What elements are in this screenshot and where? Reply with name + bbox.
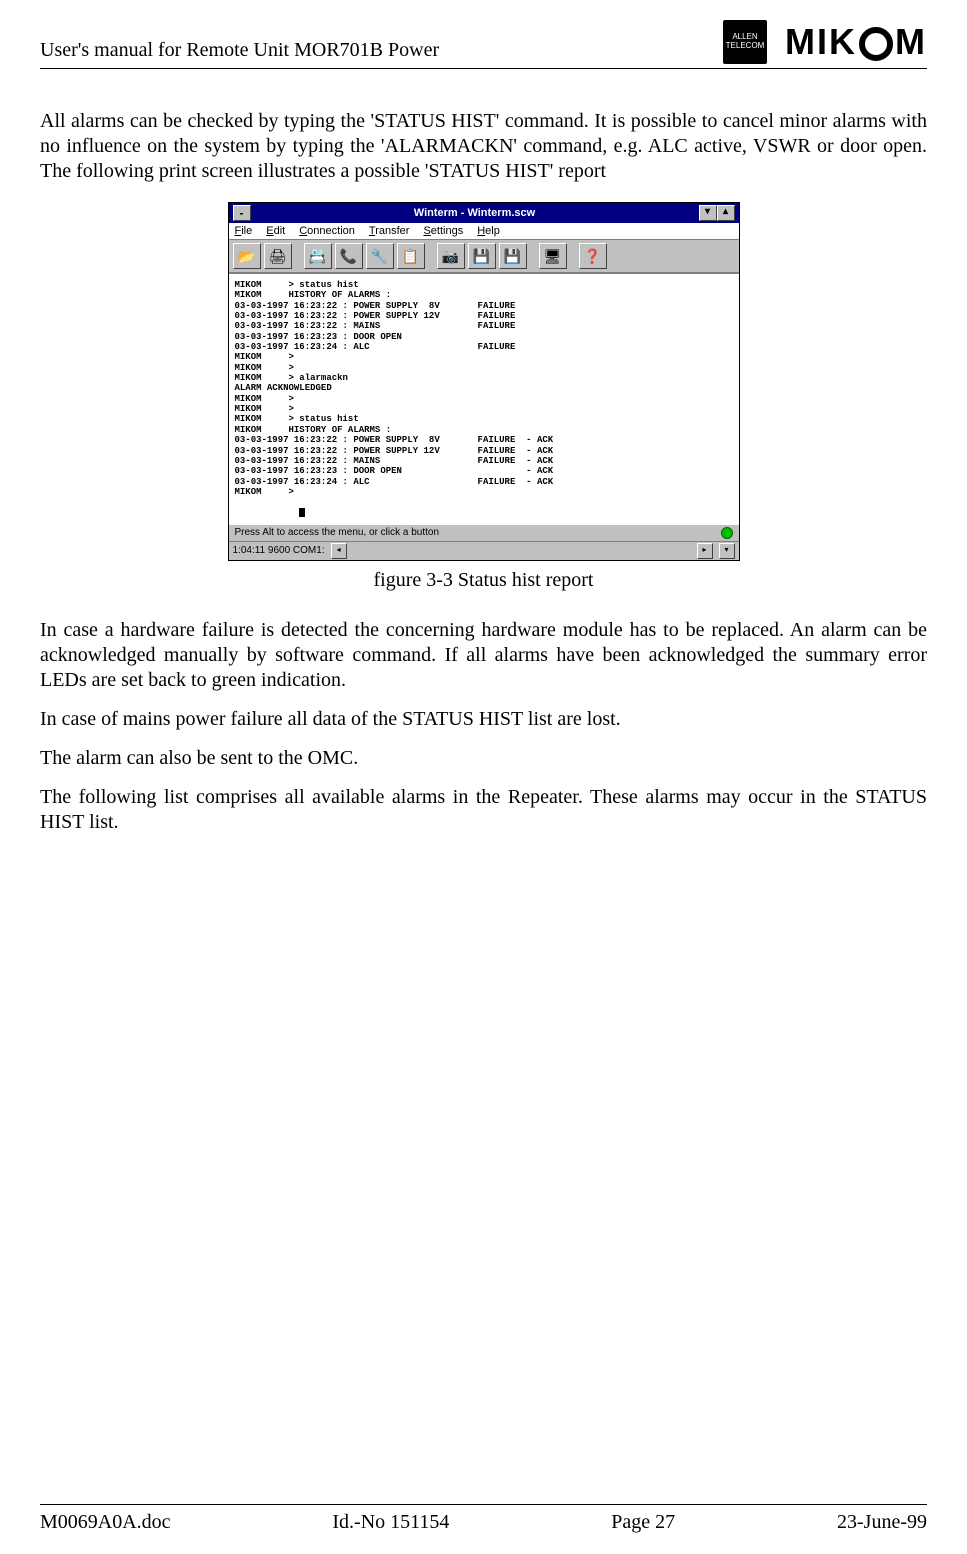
- minimize-icon[interactable]: ▾: [699, 205, 717, 221]
- window-titlebar[interactable]: - Winterm - Winterm.scw ▾ ▴: [229, 203, 739, 223]
- footer-filename: M0069A0A.doc: [40, 1511, 171, 1534]
- menu-help[interactable]: Help: [477, 225, 500, 237]
- mikom-ring-icon: [859, 27, 893, 61]
- menu-file[interactable]: File: [235, 225, 253, 237]
- status-bar: Press Alt to access the menu, or click a…: [229, 524, 739, 541]
- connection-status: 1:04:11 9600 COM1:: [233, 545, 325, 556]
- menu-connection[interactable]: Connection: [299, 225, 355, 237]
- tools-icon[interactable]: 🔧: [366, 243, 394, 269]
- term-line: MIKOM HISTORY OF ALARMS :: [235, 425, 392, 435]
- page-body: All alarms can be checked by typing the …: [40, 69, 927, 1504]
- status-hint: Press Alt to access the menu, or click a…: [235, 527, 440, 538]
- term-line: MIKOM >: [235, 352, 294, 362]
- term-line: MIKOM > status hist: [235, 280, 359, 290]
- footer-date: 23-June-99: [837, 1511, 927, 1534]
- menu-settings[interactable]: Settings: [423, 225, 463, 237]
- paragraph-2: In case a hardware failure is detected t…: [40, 618, 927, 693]
- scroll-right-icon[interactable]: ▸: [697, 543, 713, 559]
- window-title: Winterm - Winterm.scw: [251, 207, 699, 219]
- logo-allen-line2: TELECOM: [723, 42, 767, 51]
- figure-3-3: - Winterm - Winterm.scw ▾ ▴ File Edit Co…: [40, 202, 927, 592]
- scroll-left-icon[interactable]: ◂: [331, 543, 347, 559]
- bottom-status-bar: 1:04:11 9600 COM1: ◂ ▸ ▾: [229, 541, 739, 560]
- cursor-icon: [299, 508, 305, 517]
- footer-page-number: Page 27: [611, 1511, 675, 1534]
- figure-caption: figure 3-3 Status hist report: [40, 569, 927, 592]
- term-line: 03-03-1997 16:23:23 : DOOR OPEN - ACK: [235, 466, 554, 476]
- mikom-text-right: M: [895, 21, 927, 63]
- menu-transfer[interactable]: Transfer: [369, 225, 410, 237]
- term-line: MIKOM > alarmackn: [235, 373, 348, 383]
- term-line: 03-03-1997 16:23:23 : DOOR OPEN: [235, 332, 402, 342]
- term-line: MIKOM >: [235, 363, 294, 373]
- status-led-icon: [721, 527, 733, 539]
- terminal-output[interactable]: MIKOM > status hist MIKOM HISTORY OF ALA…: [229, 273, 739, 524]
- paragraph-4: The alarm can also be sent to the OMC.: [40, 746, 927, 771]
- mikom-logo: MIK M: [785, 21, 927, 63]
- winterm-window: - Winterm - Winterm.scw ▾ ▴ File Edit Co…: [228, 202, 740, 561]
- save-icon[interactable]: 💾: [468, 243, 496, 269]
- header-title: User's manual for Remote Unit MOR701B Po…: [40, 39, 439, 64]
- page-header: User's manual for Remote Unit MOR701B Po…: [40, 20, 927, 69]
- paragraph-1: All alarms can be checked by typing the …: [40, 109, 927, 184]
- help-icon[interactable]: ❓: [579, 243, 607, 269]
- term-line: 03-03-1997 16:23:22 : MAINS FAILURE: [235, 321, 516, 331]
- term-line: 03-03-1997 16:23:24 : ALC FAILURE: [235, 342, 516, 352]
- header-logos: ALLEN TELECOM MIK M: [723, 20, 927, 64]
- monitor-icon[interactable]: 🖥: [539, 243, 567, 269]
- footer-id-no: Id.-No 151154: [332, 1511, 449, 1534]
- term-line: MIKOM >: [235, 487, 294, 497]
- term-line: MIKOM > status hist: [235, 414, 359, 424]
- term-line: MIKOM >: [235, 404, 294, 414]
- term-line: 03-03-1997 16:23:22 : POWER SUPPLY 12V F…: [235, 311, 516, 321]
- term-line: ALARM ACKNOWLEDGED: [235, 383, 332, 393]
- scroll-down-icon[interactable]: ▾: [719, 543, 735, 559]
- maximize-icon[interactable]: ▴: [717, 205, 735, 221]
- menu-bar[interactable]: File Edit Connection Transfer Settings H…: [229, 223, 739, 240]
- term-line: 03-03-1997 16:23:22 : POWER SUPPLY 12V F…: [235, 446, 554, 456]
- paragraph-5: The following list comprises all availab…: [40, 785, 927, 835]
- term-line: 03-03-1997 16:23:22 : POWER SUPPLY 8V FA…: [235, 301, 516, 311]
- phone-icon[interactable]: 📞: [335, 243, 363, 269]
- mikom-text-left: MIK: [785, 21, 857, 63]
- system-menu-icon[interactable]: -: [233, 205, 251, 221]
- camera-icon[interactable]: 📷: [437, 243, 465, 269]
- save2-icon[interactable]: 💾: [499, 243, 527, 269]
- clipboard-icon[interactable]: 📋: [397, 243, 425, 269]
- open-icon[interactable]: 📂: [233, 243, 261, 269]
- toolbar: 📂 🖨 📇 📞 🔧 📋 📷 💾 💾 🖥 ❓: [229, 240, 739, 273]
- print-icon[interactable]: 🖨: [264, 243, 292, 269]
- allen-telecom-logo: ALLEN TELECOM: [723, 20, 767, 64]
- term-line: 03-03-1997 16:23:22 : POWER SUPPLY 8V FA…: [235, 435, 554, 445]
- card-icon[interactable]: 📇: [304, 243, 332, 269]
- term-line: MIKOM >: [235, 394, 294, 404]
- term-line: 03-03-1997 16:23:24 : ALC FAILURE - ACK: [235, 477, 554, 487]
- page-footer: M0069A0A.doc Id.-No 151154 Page 27 23-Ju…: [40, 1504, 927, 1534]
- term-line: MIKOM HISTORY OF ALARMS :: [235, 290, 392, 300]
- paragraph-3: In case of mains power failure all data …: [40, 707, 927, 732]
- menu-edit[interactable]: Edit: [266, 225, 285, 237]
- term-line: 03-03-1997 16:23:22 : MAINS FAILURE - AC…: [235, 456, 554, 466]
